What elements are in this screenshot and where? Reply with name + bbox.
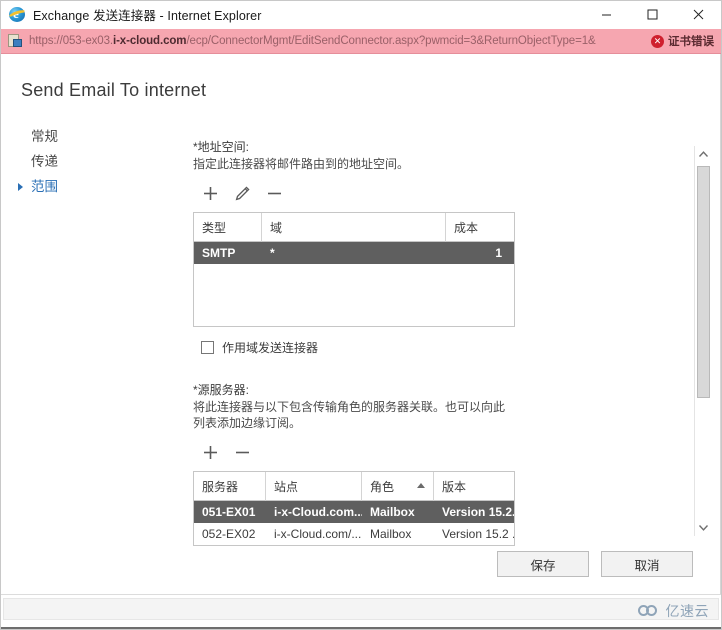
scrollbar-track[interactable] [695,163,712,519]
page-content: Send Email To internet 常规 传递 范围 *地址空间: 指… [1,54,721,594]
column-header-cost[interactable]: 成本 [446,213,514,242]
page-icon [6,33,24,49]
form-column: *地址空间: 指定此连接器将邮件路由到的地址空间。 类型 域 成本 SMTP *… [193,139,663,546]
scroll-down-icon[interactable] [695,519,712,536]
table-row[interactable]: SMTP * 1 [194,242,514,264]
source-servers-label: *源服务器: [193,383,250,397]
cell-version: Version 15.2 ... [442,527,514,541]
sidebar-item-general[interactable]: 常规 [15,124,125,149]
column-header-type[interactable]: 类型 [194,213,262,242]
url-prefix: https://053-ex03. [29,35,113,47]
dialog-footer: 保存 取消 [497,551,693,577]
table-row[interactable]: 051-EX01 i-x-Cloud.com... Mailbox Versio… [194,501,514,523]
minimize-button[interactable] [583,1,629,29]
certificate-error-indicator[interactable]: ✕ 证书错误 [651,33,714,49]
maximize-button[interactable] [629,1,675,29]
address-bar[interactable]: https://053-ex03.i-x-cloud.com/ecp/Conne… [1,29,721,54]
sidebar-item-scoping[interactable]: 范围 [15,174,125,199]
internet-explorer-window: e Exchange 发送连接器 - Internet Explorer htt… [0,0,722,630]
page-scrollbar[interactable] [694,146,712,536]
url-host: i-x-cloud.com [112,35,187,47]
watermark: 亿速云 [637,601,710,621]
address-space-table-empty-area [194,264,514,326]
column-header-site[interactable]: 站点 [266,472,362,501]
watermark-text: 亿速云 [665,603,709,619]
cell-server: 052-EX02 [202,527,256,541]
url-path: /ecp/ConnectorMgmt/EditSendConnector.asp… [186,35,596,47]
cell-server: 051-EX01 [202,505,256,519]
sort-ascending-icon [417,483,425,488]
source-servers-table-header: 服务器 站点 角色 版本 [194,472,514,501]
window-titlebar: e Exchange 发送连接器 - Internet Explorer [1,1,721,29]
sidebar-item-label: 传递 [31,154,58,169]
status-bar-baseline [1,627,721,629]
save-button[interactable]: 保存 [497,551,589,577]
cell-site: i-x-Cloud.com/... [274,527,362,541]
source-servers-toolbar [201,441,663,463]
certificate-error-icon: ✕ [651,34,664,48]
plus-icon[interactable] [201,184,219,202]
scoped-connector-row[interactable]: 作用域发送连接器 [201,339,663,356]
address-space-description: 指定此连接器将邮件路由到的地址空间。 [193,157,410,171]
cell-site: i-x-Cloud.com... [274,505,362,519]
window-title: Exchange 发送连接器 - Internet Explorer [33,9,262,23]
minus-icon[interactable] [265,184,283,202]
minus-icon[interactable] [233,443,251,461]
column-header-domain[interactable]: 域 [262,213,446,242]
sidebar-item-delivery[interactable]: 传递 [15,149,125,174]
address-space-table[interactable]: 类型 域 成本 SMTP * 1 [193,212,515,327]
address-space-label: *地址空间: [193,140,250,154]
watermark-logo-icon [637,604,662,618]
cell-role: Mailbox [370,505,415,519]
status-bar-inner [3,598,719,620]
settings-nav: 常规 传递 范围 [15,124,125,199]
cell-type: SMTP [202,246,236,260]
scoped-connector-label: 作用域发送连接器 [222,341,319,355]
certificate-error-label: 证书错误 [668,36,714,48]
pencil-icon[interactable] [233,184,251,202]
sidebar-item-label: 范围 [31,179,58,194]
sidebar-item-label: 常规 [31,129,58,144]
window-controls [583,1,721,29]
page-right-divider [720,54,721,594]
cell-version: Version 15.2... [442,505,514,519]
column-header-version[interactable]: 版本 [434,472,514,501]
cell-domain: * [270,246,275,260]
column-header-server[interactable]: 服务器 [194,472,266,501]
status-bar: 亿速云 [1,594,721,629]
address-bar-url[interactable]: https://053-ex03.i-x-cloud.com/ecp/Conne… [29,35,596,47]
cancel-button[interactable]: 取消 [601,551,693,577]
scrollbar-thumb[interactable] [697,166,710,398]
close-button[interactable] [675,1,721,29]
table-row[interactable]: 052-EX02 i-x-Cloud.com/... Mailbox Versi… [194,523,514,545]
address-space-table-header: 类型 域 成本 [194,213,514,242]
scoped-connector-checkbox[interactable] [201,341,214,354]
source-servers-table[interactable]: 服务器 站点 角色 版本 051-EX01 i-x-Cloud.com... M… [193,471,515,546]
scroll-up-icon[interactable] [695,146,712,163]
address-space-toolbar [201,182,663,204]
plus-icon[interactable] [201,443,219,461]
column-header-role-label: 角色 [370,479,395,494]
cell-cost: 1 [495,246,502,260]
column-header-role[interactable]: 角色 [362,472,434,501]
internet-explorer-icon: e [7,6,28,23]
cell-role: Mailbox [370,527,412,541]
source-servers-description: 将此连接器与以下包含传输角色的服务器关联。也可以向此列表添加边缘订阅。 [193,400,506,430]
page-title: Send Email To internet [21,80,207,100]
